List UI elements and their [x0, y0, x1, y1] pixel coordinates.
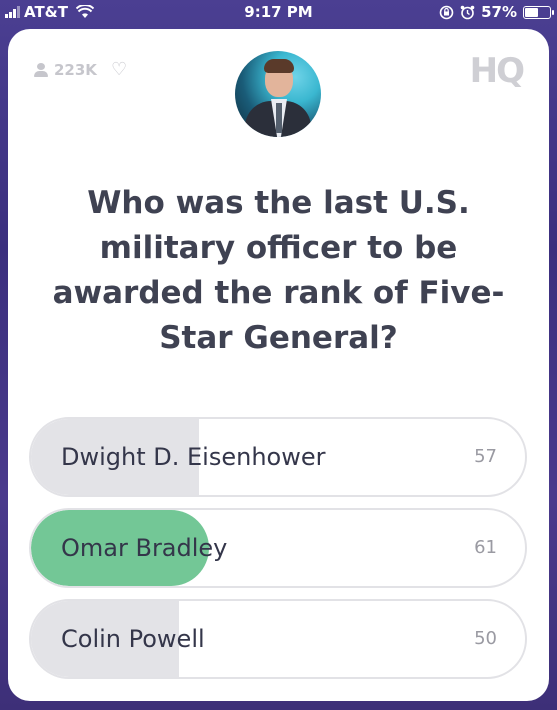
- answer-option[interactable]: Colin Powell 50: [29, 599, 527, 679]
- answer-count: 61: [474, 537, 497, 558]
- answer-option[interactable]: Omar Bradley 61: [29, 508, 527, 588]
- question-card: 223K ♡ HQ Who was the last U.S. military…: [8, 29, 549, 701]
- status-bar: AT&T 9:17 PM 57%: [0, 0, 557, 24]
- answers-list: Dwight D. Eisenhower 57 Omar Bradley 61 …: [29, 417, 527, 690]
- answer-count: 50: [474, 628, 497, 649]
- hq-logo: HQ: [469, 51, 525, 91]
- answer-label: Colin Powell: [61, 625, 205, 653]
- status-right: 57%: [439, 3, 554, 21]
- battery-percent: 57%: [481, 3, 517, 21]
- question-text: Who was the last U.S. military officer t…: [52, 185, 505, 356]
- battery-icon: [523, 5, 554, 19]
- viewer-count: 223K: [54, 60, 97, 79]
- viewer-info: 223K ♡: [34, 59, 127, 80]
- rotation-lock-icon: [439, 5, 454, 19]
- answer-label: Omar Bradley: [61, 534, 228, 562]
- host-avatar: [235, 51, 321, 137]
- answer-count: 57: [474, 446, 497, 467]
- user-icon: [34, 62, 48, 77]
- alarm-icon: [460, 5, 475, 19]
- answer-option[interactable]: Dwight D. Eisenhower 57: [29, 417, 527, 497]
- answer-label: Dwight D. Eisenhower: [61, 443, 326, 471]
- heart-icon[interactable]: ♡: [111, 59, 127, 80]
